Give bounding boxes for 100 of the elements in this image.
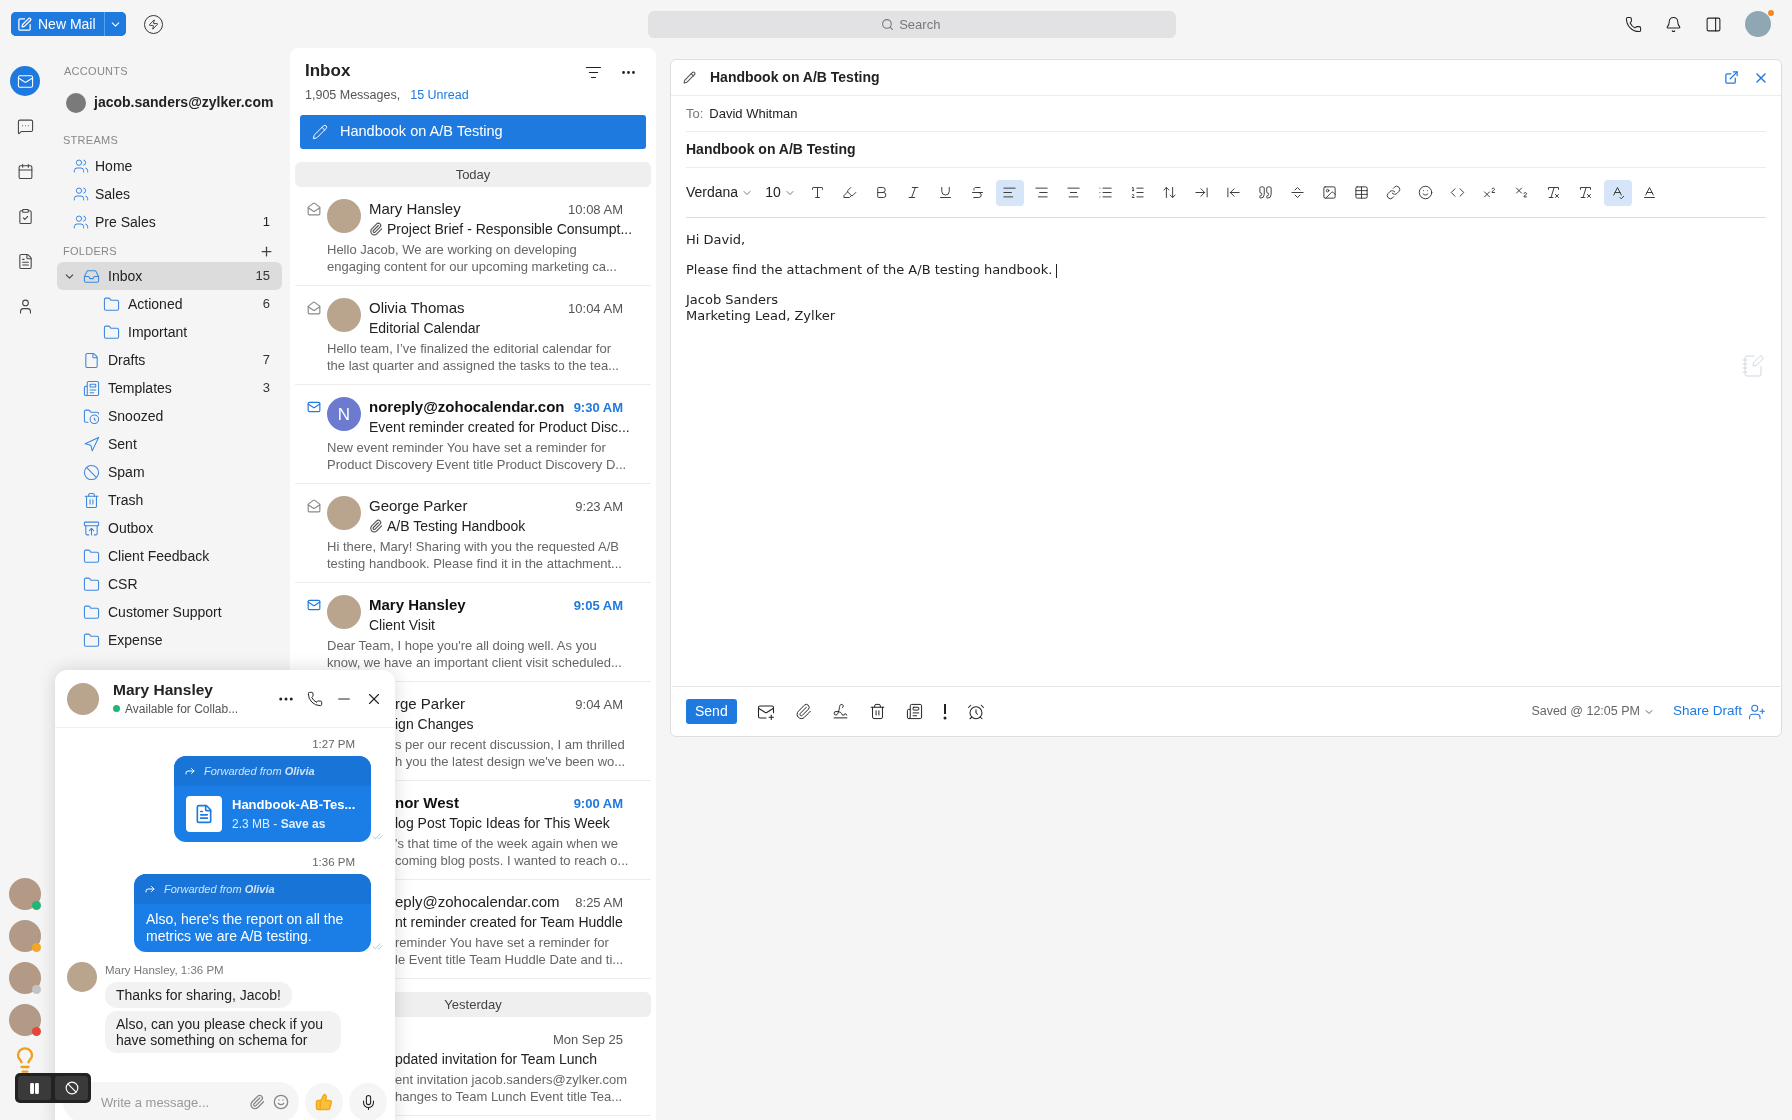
mail-time: 8:25 AM <box>575 893 623 912</box>
folder-item[interactable]: Drafts 7 <box>57 346 282 374</box>
search-icon <box>880 17 894 31</box>
signature-icon[interactable] <box>831 703 849 720</box>
folder-item[interactable]: Sent <box>57 430 282 458</box>
send-button[interactable]: Send <box>686 699 737 724</box>
folder-count: 15 <box>255 267 270 286</box>
attachment-icon[interactable] <box>249 1094 265 1110</box>
mail-subject: ign Changes <box>395 714 474 734</box>
sender-line: Mary Hansley, 1:36 PM <box>105 963 225 978</box>
camera-off-button[interactable] <box>55 1076 88 1100</box>
reminder-icon[interactable] <box>966 702 985 721</box>
mail-time: 10:04 AM <box>568 299 623 318</box>
schedule-mail-icon[interactable] <box>756 702 775 721</box>
font-color-icon <box>810 185 826 200</box>
file-meta: 2.3 MB - Save as <box>232 815 327 833</box>
account-avatar <box>66 92 86 113</box>
align-left-button[interactable] <box>995 179 1024 206</box>
pause-button[interactable] <box>18 1076 51 1100</box>
new-mail-dropdown[interactable] <box>103 12 126 36</box>
pop-out-icon[interactable] <box>1724 70 1739 85</box>
add-icon[interactable] <box>259 243 274 259</box>
stream-item[interactable]: Sales <box>57 180 282 208</box>
attachment-icon[interactable] <box>794 703 812 720</box>
spellcheck-icon <box>1610 185 1626 200</box>
code-icon <box>1450 185 1466 200</box>
microphone-button[interactable] <box>349 1083 387 1120</box>
phone-icon[interactable] <box>1625 15 1642 33</box>
folder-item[interactable]: Expense <box>57 626 282 654</box>
superscript-icon <box>1482 185 1498 200</box>
mail-preview: Dear Team, I hope you're all doing well. As you <box>327 637 597 655</box>
divider-icon <box>1290 185 1306 200</box>
share-draft-button[interactable]: Share Draft <box>1672 701 1766 722</box>
folder-item[interactable]: Actioned 6 <box>57 290 282 318</box>
recipient[interactable]: David Whitman <box>709 103 798 124</box>
panel-icon[interactable] <box>1705 15 1722 33</box>
size-dropdown[interactable]: 10 <box>765 182 796 203</box>
folder-label: Customer Support <box>108 602 223 622</box>
italic-icon <box>906 185 922 200</box>
mail-preview: New event reminder You have set a reminder for <box>327 439 606 457</box>
contact-avatar <box>67 682 99 715</box>
phone-icon[interactable] <box>307 690 323 707</box>
message-field[interactable]: Write a message... <box>63 1082 299 1120</box>
folder-item[interactable]: Templates 3 <box>57 374 282 402</box>
account-email[interactable]: jacob.sanders@zylker.com <box>94 92 274 113</box>
priority-icon[interactable] <box>942 703 947 720</box>
folder-item[interactable]: Inbox 15 <box>57 262 282 290</box>
stream-item[interactable]: Home <box>57 152 282 180</box>
body-text: Hi David, <box>686 232 747 248</box>
filter-icon[interactable] <box>585 64 602 81</box>
chat-status: Available for Collab... <box>125 700 239 718</box>
file-name[interactable]: Handbook-AB-Tes... <box>232 795 356 815</box>
folder-item[interactable]: Snoozed <box>57 402 282 430</box>
mail-rail-button[interactable] <box>10 66 40 96</box>
spellcheck-button[interactable] <box>1603 179 1632 206</box>
avatar-placeholder <box>327 496 361 531</box>
folder-item[interactable]: Trash <box>57 486 282 514</box>
draft-item[interactable]: Handbook on A/B Testing <box>300 115 646 150</box>
folder-label: Spam <box>108 462 146 482</box>
folder-label: Inbox <box>108 266 144 286</box>
mail-preview: hanges to Team Lunch Event title Tea... <box>395 1088 623 1106</box>
image-icon <box>1322 185 1338 200</box>
folder-item[interactable]: Customer Support <box>57 598 282 626</box>
font-dropdown[interactable]: Verdana <box>686 182 754 203</box>
mail-subject: pdated invitation for Team Lunch <box>395 1049 598 1069</box>
saved-status[interactable]: Saved @ 12:05 PM <box>1531 702 1655 721</box>
folder-item[interactable]: Client Feedback <box>57 542 282 570</box>
folder-item[interactable]: Outbox <box>57 514 282 542</box>
folder-label: Sent <box>108 434 138 454</box>
mail-preview: h you the latest design we've been wo... <box>395 753 626 771</box>
thumbs-up-button[interactable] <box>305 1083 343 1120</box>
emoji-icon[interactable] <box>273 1094 289 1110</box>
folder-count: 6 <box>262 295 270 314</box>
stream-item[interactable]: Pre Sales 1 <box>57 208 282 236</box>
search-field[interactable]: Search <box>647 10 1176 38</box>
bolt-icon <box>147 18 159 30</box>
sender-name: Mary Hansley <box>369 595 466 615</box>
sender-name: nor West <box>395 793 459 813</box>
mail-icon <box>307 598 321 613</box>
thumbs-up-icon <box>315 1093 333 1111</box>
spam-icon <box>83 463 100 481</box>
notification-icon[interactable] <box>1665 15 1682 33</box>
folder-item[interactable]: Important <box>57 318 282 346</box>
folder-item[interactable]: Spam <box>57 458 282 486</box>
folder-item[interactable]: CSR <box>57 570 282 598</box>
list-title: Inbox <box>305 60 352 82</box>
folder-icon <box>83 631 100 649</box>
group-icon <box>73 214 89 230</box>
unread-count[interactable]: 15 Unread <box>410 85 469 105</box>
clear-format-icon <box>1578 185 1594 200</box>
contact-avatar[interactable] <box>9 1004 41 1036</box>
incoming-message: Thanks for sharing, Jacob! <box>105 982 292 1009</box>
sender-name: eply@zohocalendar.com <box>395 892 560 912</box>
subject-field[interactable]: Handbook on A/B Testing <box>686 139 856 160</box>
mail-preview: Hi there, Mary! Sharing with you the requested A/B <box>327 538 619 556</box>
folder-count: 7 <box>262 351 270 370</box>
template-icon[interactable] <box>905 703 923 720</box>
section-label: FOLDERS <box>63 243 117 259</box>
mail-time: 9:04 AM <box>575 695 623 714</box>
delete-icon[interactable] <box>868 703 886 720</box>
